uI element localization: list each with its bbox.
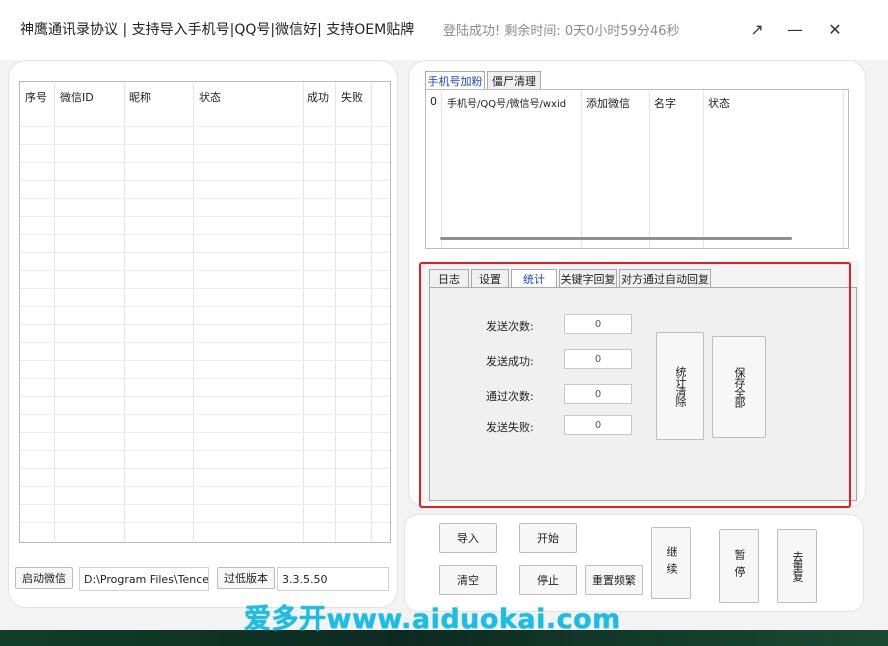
col-header-status[interactable]: 状态 [199, 89, 221, 105]
tab-auto-reply-on-accept[interactable]: 对方通过自动回复 [619, 269, 711, 287]
horizontal-scrollbar[interactable] [440, 237, 792, 240]
col-header-success[interactable]: 成功 [307, 89, 329, 105]
send-success-label: 发送成功: [486, 355, 534, 368]
clear-button[interactable]: 清空 [439, 565, 497, 595]
grid-row-line [20, 414, 390, 415]
save-all-label: 保存全部 [733, 367, 746, 407]
grid-row-line [20, 342, 390, 343]
close-icon[interactable]: ✕ [822, 18, 848, 42]
tab-settings[interactable]: 设置 [471, 269, 509, 287]
dedupe-label: 去重复 [791, 551, 804, 581]
send-count-field[interactable]: 0 [564, 314, 632, 334]
title-bar: 神鹰通讯录协议 | 支持导入手机号|QQ号|微信好| 支持OEM贴牌 登陆成功!… [0, 0, 888, 60]
list-col-add-wechat[interactable]: 添加微信 [586, 95, 630, 111]
stats-area: 日志 设置 统计 关键字回复 对方通过自动回复 发送次数: 0 发送成功: 0 … [419, 261, 859, 503]
tab-zombie-cleanup[interactable]: 僵尸清理 [487, 71, 541, 89]
pause-label: 暂停 [733, 549, 746, 583]
login-status: 登陆成功! 剩余时间: 0天0小时59分46秒 [443, 24, 680, 39]
start-wechat-button[interactable]: 启动微信 [15, 567, 73, 589]
grid-row-line [20, 360, 390, 361]
grid-row-line [20, 270, 390, 271]
col-header-index[interactable]: 序号 [25, 89, 47, 105]
save-all-button[interactable]: 保存全部 [712, 336, 766, 438]
contact-list[interactable]: 0 手机号/QQ号/微信号/wxid 添加微信 名字 状态 [425, 89, 849, 249]
grid-row-line [20, 306, 390, 307]
grid-row-line [20, 288, 390, 289]
continue-label: 继续 [665, 546, 678, 580]
minimize-icon[interactable]: — [782, 18, 808, 42]
grid-row-line [20, 162, 390, 163]
tab-add-by-phone[interactable]: 手机号加粉 [425, 71, 485, 89]
send-fail-field[interactable]: 0 [564, 415, 632, 435]
grid-row-line [20, 486, 390, 487]
col-header-nickname[interactable]: 昵称 [129, 89, 151, 105]
grid-row-line [20, 234, 390, 235]
statistics-pane: 发送次数: 0 发送成功: 0 通过次数: 0 发送失败: 0 统计清除 保存全… [429, 287, 857, 501]
clear-stats-button[interactable]: 统计清除 [656, 332, 704, 440]
stop-button[interactable]: 停止 [519, 565, 577, 595]
grid-row-line [20, 432, 390, 433]
continue-button[interactable]: 继续 [651, 527, 691, 599]
list-col-target[interactable]: 手机号/QQ号/微信号/wxid [447, 95, 566, 110]
grid-row-line [20, 504, 390, 505]
send-fail-label: 发送失败: [486, 421, 534, 434]
grid-row-line [20, 180, 390, 181]
tab-statistics[interactable]: 统计 [511, 269, 557, 287]
import-button[interactable]: 导入 [439, 523, 497, 553]
list-col-index[interactable]: 0 [430, 95, 437, 108]
col-header-wechat-id[interactable]: 微信ID [60, 89, 94, 105]
send-success-field[interactable]: 0 [564, 349, 632, 369]
watermark: 爱多开www.aiduokai.com [244, 604, 621, 635]
grid-row-line [20, 198, 390, 199]
grid-row-line [20, 252, 390, 253]
list-col-name[interactable]: 名字 [654, 95, 676, 111]
grid-row-line [20, 396, 390, 397]
grid-row-line [20, 324, 390, 325]
account-panel: 序号 微信ID 昵称 状态 成功 失败 启动微信 D:\Program File… [8, 60, 398, 608]
wechat-path-field[interactable]: D:\Program Files\Tencent [79, 567, 209, 591]
accept-count-label: 通过次数: [486, 390, 534, 403]
grid-row-line [20, 126, 390, 127]
reset-frequency-button[interactable]: 重置频繁 [585, 565, 643, 595]
tab-keyword-reply[interactable]: 关键字回复 [559, 269, 617, 287]
version-field[interactable]: 3.3.5.50 [277, 567, 389, 591]
dedupe-button[interactable]: 去重复 [777, 529, 817, 603]
grid-row-line [20, 216, 390, 217]
task-panel: 手机号加粉 僵尸清理 0 手机号/QQ号/微信号/wxid 添加微信 名字 状态… [408, 60, 866, 508]
restore-icon[interactable]: ↗ [744, 18, 770, 42]
grid-row-line [20, 450, 390, 451]
grid-row-line [20, 144, 390, 145]
low-version-button[interactable]: 过低版本 [217, 567, 275, 589]
grid-row-line [20, 522, 390, 523]
account-grid[interactable]: 序号 微信ID 昵称 状态 成功 失败 [19, 81, 391, 543]
send-count-label: 发送次数: [486, 320, 534, 333]
start-button[interactable]: 开始 [519, 523, 577, 553]
tab-log[interactable]: 日志 [429, 269, 469, 287]
clear-stats-label: 统计清除 [674, 366, 687, 406]
grid-row-line [20, 468, 390, 469]
grid-row-line [20, 378, 390, 379]
app-title: 神鹰通讯录协议 | 支持导入手机号|QQ号|微信好| 支持OEM贴牌 [20, 22, 415, 38]
list-col-status[interactable]: 状态 [708, 95, 730, 111]
col-header-fail[interactable]: 失败 [341, 89, 363, 105]
accept-count-field[interactable]: 0 [564, 384, 632, 404]
pause-button[interactable]: 暂停 [719, 529, 759, 603]
